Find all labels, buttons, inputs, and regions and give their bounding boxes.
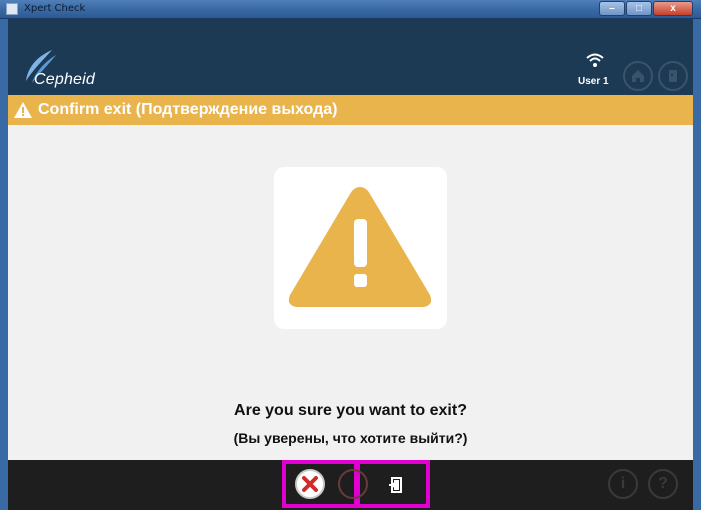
user-label: User 1 bbox=[578, 76, 609, 87]
alert-title: Confirm exit (Подтверждение выхода) bbox=[38, 101, 338, 118]
cancel-button[interactable] bbox=[295, 469, 325, 499]
maximize-button[interactable]: □ bbox=[626, 1, 652, 16]
minimize-button[interactable]: – bbox=[599, 1, 625, 16]
help-button[interactable]: ? bbox=[648, 469, 678, 499]
cepheid-logo: Cepheid bbox=[22, 47, 142, 91]
window-titlebar: Xpert Check – □ x bbox=[0, 0, 701, 19]
home-button[interactable] bbox=[623, 61, 653, 91]
warning-icon bbox=[14, 102, 32, 118]
confirm-exit-button[interactable] bbox=[372, 470, 420, 500]
app-header: Cepheid User 1 bbox=[8, 19, 693, 95]
dialog-content: Are you sure you want to exit? (Вы увере… bbox=[8, 125, 693, 460]
window-frame-left bbox=[0, 19, 8, 510]
window-title: Xpert Check bbox=[24, 3, 86, 14]
door-exit-icon bbox=[389, 477, 402, 493]
alert-banner: Confirm exit (Подтверждение выхода) bbox=[8, 95, 693, 125]
header-exit-button[interactable] bbox=[658, 61, 688, 91]
info-button[interactable]: i bbox=[608, 469, 638, 499]
confirm-question-russian: (Вы уверены, что хотите выйти?) bbox=[233, 430, 468, 446]
confirm-question-english: Are you sure you want to exit? bbox=[234, 402, 467, 419]
x-circle-icon bbox=[302, 476, 318, 492]
warning-icon-large bbox=[288, 187, 432, 307]
footer-bar: i ? bbox=[8, 460, 693, 510]
home-icon bbox=[632, 70, 644, 82]
app-icon bbox=[6, 3, 18, 15]
exit-icon bbox=[669, 70, 677, 82]
wifi-icon bbox=[586, 53, 604, 67]
warning-tile bbox=[274, 167, 447, 329]
hidden-button bbox=[338, 469, 368, 499]
window-controls: – □ x bbox=[599, 1, 693, 16]
close-button[interactable]: x bbox=[653, 1, 693, 16]
brand-name: Cepheid bbox=[34, 71, 96, 88]
window-frame-right bbox=[693, 19, 701, 510]
